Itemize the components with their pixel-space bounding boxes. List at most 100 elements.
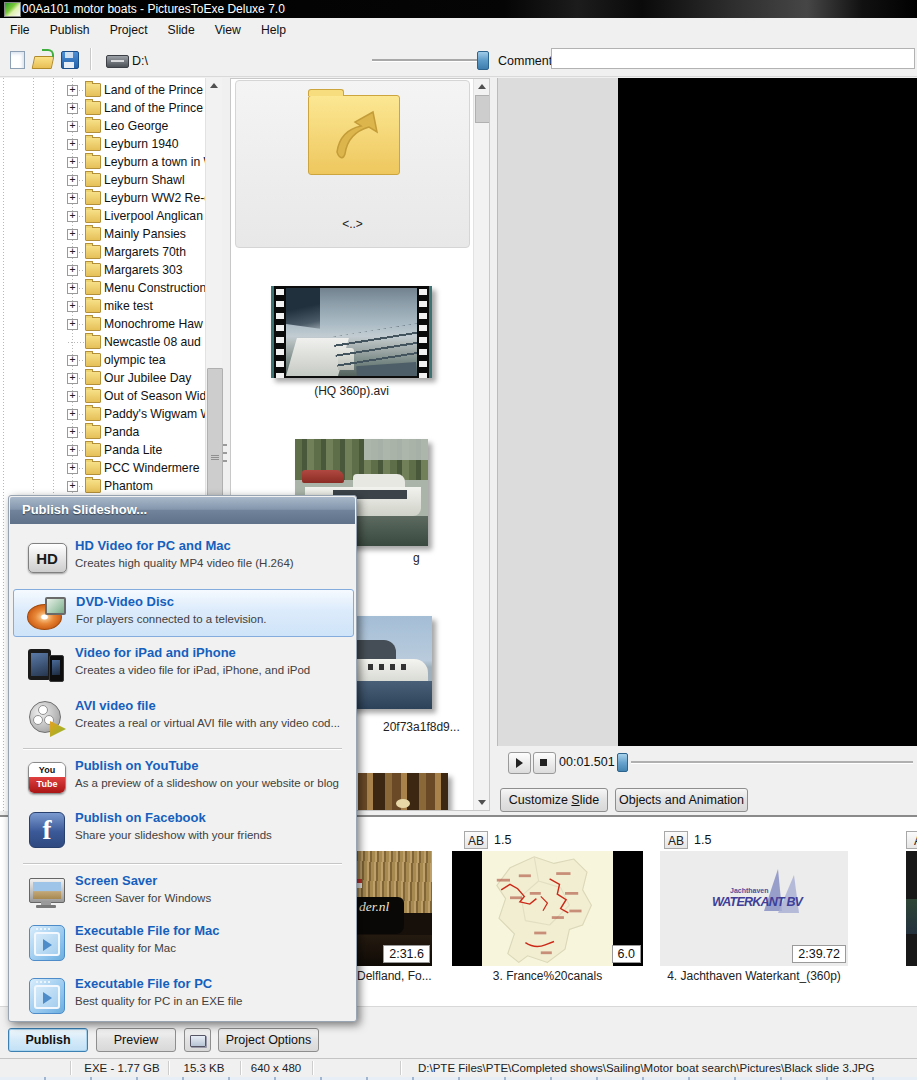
folder-icon [85,335,101,349]
transition-ab-button[interactable]: AB [464,831,488,849]
menu-help[interactable]: Help [251,18,296,42]
transition-ab-button[interactable]: AB [664,831,688,849]
customize-slide-button[interactable]: Customize Slide [500,788,608,812]
tree-item[interactable]: +Margarets 70th [0,243,204,261]
files-scroll-down-button[interactable] [475,795,489,810]
video-file-thumbnail[interactable] [271,286,432,378]
tree-item[interactable]: +Land of the Prince I [0,81,204,99]
expand-plus-icon[interactable]: + [67,139,78,150]
publish-option-desc: Creates a real or virtual AVI file with … [75,717,340,729]
tree-item[interactable]: +Land of the Prince I [0,99,204,117]
menu-separator [23,863,342,864]
tree-item[interactable]: +Leo George [0,117,204,135]
comment-input[interactable] [551,48,915,69]
seek-slider-track[interactable] [631,761,913,763]
parent-folder-item[interactable]: <..> [235,80,470,248]
drive-icon[interactable] [106,55,129,68]
publish-option-dvd[interactable]: DVD-Video DiscFor players connected to a… [13,589,354,637]
menu-slide[interactable]: Slide [158,18,205,42]
slide-thumbnail[interactable]: Jachthaven WATERKANT BV 2:39.72 [660,851,848,966]
tree-item[interactable]: +PCC Windermere [0,459,204,477]
file-panel-scrollbar[interactable] [473,79,490,810]
tree-item[interactable]: +Phantom [0,477,204,495]
tree-item[interactable]: +Panda Lite [0,441,204,459]
size-slider-track[interactable] [372,59,484,61]
play-button[interactable] [508,752,531,774]
files-scroll-up-button[interactable] [475,79,489,94]
tree-item[interactable]: +Menu Construction [0,279,204,297]
fullscreen-preview-button[interactable] [184,1028,211,1052]
open-project-icon[interactable] [32,56,55,69]
expand-plus-icon[interactable]: + [67,355,78,366]
files-scrollbar-thumb[interactable] [475,95,490,123]
publish-option-facebook[interactable]: fPublish on FacebookShare your slideshow… [13,806,354,854]
expand-plus-icon[interactable]: + [67,481,78,492]
toolbar: D:\ Comment [0,42,917,77]
transition-ab-button[interactable]: A [906,831,917,849]
title-bar[interactable]: 00Aa101 motor boats - PicturesToExe Delu… [0,0,917,18]
expand-plus-icon[interactable]: + [67,301,78,312]
tree-item[interactable]: +Out of Season Wide [0,387,204,405]
menu-view[interactable]: View [205,18,251,42]
publish-option-youtube[interactable]: YouTubePublish on YouTubeAs a preview of… [13,754,354,802]
publish-option-avi[interactable]: AVI video fileCreates a real or virtual … [13,694,354,742]
tree-item[interactable]: +mike test [0,297,204,315]
tree-item[interactable]: +Leyburn a town in W [0,153,204,171]
expand-plus-icon[interactable]: + [67,409,78,420]
expand-plus-icon[interactable]: + [67,229,78,240]
expand-plus-icon[interactable]: + [67,85,78,96]
expand-plus-icon[interactable]: + [67,121,78,132]
menu-publish[interactable]: Publish [40,18,100,42]
expand-plus-icon[interactable]: + [67,265,78,276]
expand-plus-icon[interactable]: + [67,283,78,294]
expand-plus-icon[interactable]: + [67,463,78,474]
expand-plus-icon[interactable]: + [67,211,78,222]
expand-plus-icon[interactable]: + [67,319,78,330]
publish-option-exe-pc[interactable]: Executable File for PCBest quality for P… [13,972,354,1020]
project-options-button[interactable]: Project Options [218,1028,319,1052]
tree-item[interactable]: +Leyburn Shawl [0,171,204,189]
menu-project[interactable]: Project [100,18,158,42]
publish-option-exe-mac[interactable]: Executable File for MacBest quality for … [13,919,354,967]
tree-item[interactable]: +Panda [0,423,204,441]
publish-option-hd[interactable]: HDHD Video for PC and MacCreates high qu… [13,534,354,582]
folder-icon [85,173,101,187]
tree-item[interactable]: +Paddy's Wigwam W [0,405,204,423]
save-icon[interactable] [61,51,79,69]
tree-scroll-up-button[interactable] [207,78,221,93]
expand-plus-icon[interactable]: + [67,427,78,438]
menu-file[interactable]: File [0,18,40,42]
tree-item[interactable]: +olympic tea [0,351,204,369]
tree-item[interactable]: +Margarets 303 [0,261,204,279]
preview-button[interactable]: Preview [96,1028,176,1052]
slide-thumbnail[interactable]: 6.0 [452,851,643,966]
stop-button[interactable] [533,752,556,774]
publish-button[interactable]: Publish [8,1028,88,1052]
publish-option-ipad[interactable]: Video for iPad and iPhoneCreates a video… [13,641,354,689]
expand-plus-icon[interactable]: + [67,157,78,168]
drive-label[interactable]: D:\ [132,54,148,68]
tree-item[interactable]: +Leyburn 1940 [0,135,204,153]
publish-option-screensaver[interactable]: Screen SaverScreen Saver for Windows [13,869,354,917]
seek-slider-thumb[interactable] [617,753,628,772]
expand-plus-icon[interactable]: + [67,445,78,456]
expand-plus-icon[interactable]: + [67,247,78,258]
panel-splitter[interactable] [223,444,227,468]
tree-item[interactable]: Newcastle 08 aud [0,333,204,351]
new-project-icon[interactable] [10,51,25,69]
tree-item[interactable]: +Monochrome Haw [0,315,204,333]
tree-item[interactable]: +Leyburn WW2 Re-e [0,189,204,207]
expand-plus-icon[interactable]: + [67,193,78,204]
expand-plus-icon[interactable]: + [67,103,78,114]
objects-animation-button[interactable]: Objects and Animation [615,788,748,812]
tree-item[interactable]: +Our Jubilee Day [0,369,204,387]
size-slider-thumb[interactable] [477,51,489,70]
expand-plus-icon[interactable]: + [67,373,78,384]
expand-plus-icon[interactable]: + [67,175,78,186]
tree-item[interactable]: +Mainly Pansies [0,225,204,243]
folder-icon [85,461,101,475]
slide-thumbnail[interactable] [906,851,917,966]
expand-plus-icon[interactable]: + [67,391,78,402]
photo-thumbnail[interactable] [358,773,448,811]
tree-item[interactable]: +Liverpool Anglican [0,207,204,225]
